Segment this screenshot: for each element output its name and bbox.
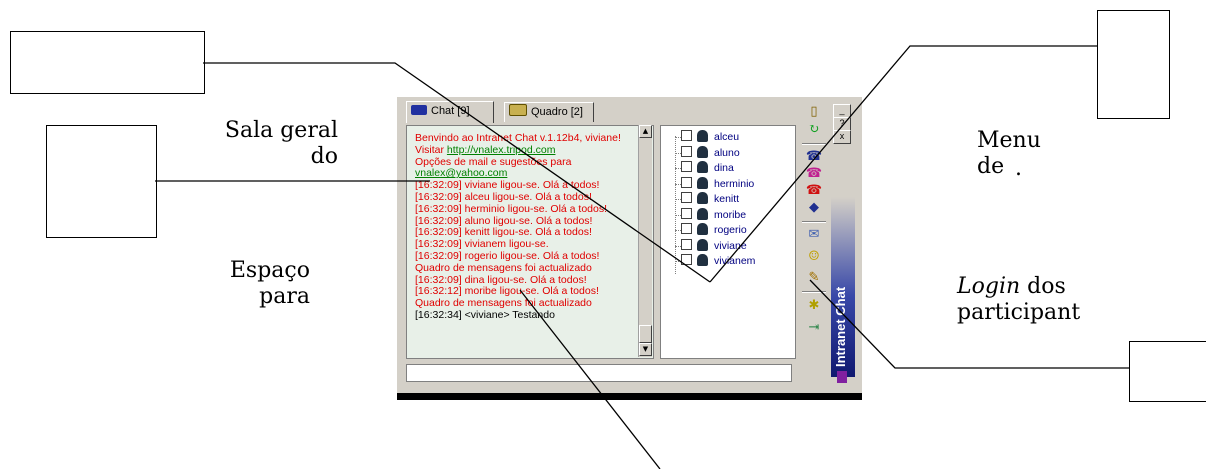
toolbar-sidebar: ▯ ↻ ☎ ☎ ☎ ◆ ✉ ☺ ✎ ✱ ⇥ bbox=[800, 101, 828, 385]
user-checkbox[interactable] bbox=[681, 161, 692, 172]
bulb-icon[interactable]: ✱ bbox=[804, 297, 824, 315]
chat-message: Quadro de mensagens foi actualizado bbox=[415, 261, 592, 274]
user-item[interactable]: moribe bbox=[681, 207, 747, 222]
user-icon bbox=[697, 192, 708, 204]
user-item[interactable]: dina bbox=[681, 161, 734, 175]
close-button[interactable]: x bbox=[833, 130, 851, 144]
chat-scrollbar[interactable]: ▲ ▼ bbox=[638, 125, 652, 357]
phone-icon[interactable]: ☎ bbox=[804, 148, 824, 166]
chat-log[interactable]: Benvindo ao Intranet Chat v.1.12b4, vivi… bbox=[406, 125, 654, 359]
phone-icon bbox=[411, 105, 427, 115]
chat-message: [16:32:09] rogerio ligou-se. Olá a todos… bbox=[415, 249, 600, 262]
user-icon bbox=[697, 238, 708, 251]
user-checkbox[interactable] bbox=[681, 192, 692, 203]
annotation-sala: Sala geral do bbox=[224, 118, 338, 169]
user-item[interactable]: vivianem bbox=[681, 254, 755, 268]
phone-pink-icon[interactable]: ☎ bbox=[804, 165, 824, 183]
user-icon bbox=[697, 145, 708, 158]
user-name: viviane bbox=[714, 239, 747, 252]
callout-box-left bbox=[46, 125, 157, 238]
user-icon bbox=[697, 223, 708, 235]
tab-bar: Chat [9] Quadro [2] bbox=[400, 100, 798, 123]
user-name: aluno bbox=[714, 146, 740, 159]
annotation-menu: Menu de bbox=[977, 128, 1041, 179]
user-name: kenitt bbox=[714, 193, 740, 205]
user-item[interactable]: viviane bbox=[681, 238, 747, 253]
user-checkbox[interactable] bbox=[681, 254, 692, 265]
user-item[interactable]: rogerio bbox=[681, 223, 747, 237]
user-name: dina bbox=[714, 162, 734, 174]
user-name: moribe bbox=[714, 208, 747, 221]
new-icon[interactable]: ▯ bbox=[804, 103, 824, 121]
chat-message: [16:32:09] alceu ligou-se. Olá a todos! bbox=[415, 190, 592, 203]
brand-label: Intranet Chat bbox=[833, 286, 848, 367]
phone-red-icon[interactable]: ☎ bbox=[804, 182, 824, 200]
annotation-menu-dot: . bbox=[1015, 156, 1022, 181]
chat-message: [16:32:34] <viviane> Testando bbox=[415, 308, 555, 321]
user-checkbox[interactable] bbox=[681, 223, 692, 234]
user-list: alceu aluno dina herminio kenitt moribe rogeri… bbox=[660, 125, 796, 359]
user-icon bbox=[697, 161, 708, 173]
scroll-thumb[interactable] bbox=[639, 325, 652, 343]
user-checkbox[interactable] bbox=[681, 176, 692, 188]
exit-icon[interactable]: ⇥ bbox=[804, 319, 824, 337]
annotation-login-italic: Login bbox=[957, 274, 1021, 299]
window-frame: Chat [9] Quadro [2] Benvindo ao Intranet… bbox=[397, 97, 862, 393]
eraser-icon[interactable]: ◆ bbox=[804, 199, 824, 217]
mail-icon[interactable]: ✉ bbox=[804, 226, 824, 244]
tab-chat-label: Chat [9] bbox=[431, 105, 470, 117]
annotation-login: Login dos participant bbox=[957, 274, 1097, 326]
user-icon bbox=[697, 130, 708, 142]
tab-quadro-label: Quadro [2] bbox=[531, 106, 583, 118]
user-name: vivianem bbox=[714, 255, 756, 267]
user-item[interactable]: herminio bbox=[681, 176, 755, 191]
refresh-icon[interactable]: ↻ bbox=[804, 121, 824, 139]
message-input[interactable] bbox=[406, 364, 792, 382]
callout-box-top-right bbox=[1097, 10, 1170, 119]
user-icon bbox=[697, 207, 708, 220]
user-checkbox[interactable] bbox=[681, 130, 692, 141]
chat-log-content: Benvindo ao Intranet Chat v.1.12b4, vivi… bbox=[415, 132, 643, 322]
chat-message: Visitar http://vnalex.tripod.com bbox=[415, 143, 556, 156]
user-item[interactable]: aluno bbox=[681, 145, 740, 160]
board-icon bbox=[509, 104, 527, 116]
minimize-button[interactable]: _ bbox=[833, 104, 851, 118]
help-button[interactable]: ? bbox=[833, 117, 851, 131]
user-icon bbox=[697, 176, 708, 189]
toolbar-separator bbox=[802, 143, 826, 145]
toolbar-separator bbox=[802, 221, 826, 223]
user-icon bbox=[697, 254, 708, 266]
toolbar-separator bbox=[802, 291, 826, 293]
user-name: herminio bbox=[714, 177, 755, 190]
scroll-down-button[interactable]: ▼ bbox=[639, 343, 652, 356]
scroll-up-button[interactable]: ▲ bbox=[639, 125, 652, 138]
brand-strip: Intranet Chat bbox=[831, 197, 855, 383]
brand-icon bbox=[837, 371, 847, 383]
tree-line bbox=[675, 136, 676, 274]
user-name: alceu bbox=[714, 131, 740, 143]
user-checkbox[interactable] bbox=[681, 207, 692, 219]
tab-quadro[interactable]: Quadro [2] bbox=[504, 102, 594, 122]
chat-message: [16:32:09] herminio ligou-se. Olá a todo… bbox=[415, 202, 608, 215]
callout-box-top-left bbox=[10, 31, 205, 94]
callout-box-bottom-right bbox=[1129, 341, 1206, 402]
intranet-chat-window: Chat [9] Quadro [2] Benvindo ao Intranet… bbox=[397, 97, 862, 400]
user-checkbox[interactable] bbox=[681, 145, 692, 157]
edit-icon[interactable]: ✎ bbox=[804, 269, 824, 287]
user-checkbox[interactable] bbox=[681, 238, 692, 250]
smiley-icon[interactable]: ☺ bbox=[804, 248, 824, 266]
annotation-espaco: Espaço para bbox=[229, 258, 310, 309]
tab-chat[interactable]: Chat [9] bbox=[406, 101, 494, 123]
user-item[interactable]: kenitt bbox=[681, 192, 739, 206]
user-name: rogerio bbox=[714, 224, 747, 236]
chat-link[interactable]: http://vnalex.tripod.com bbox=[447, 144, 556, 156]
user-item[interactable]: alceu bbox=[681, 130, 739, 144]
